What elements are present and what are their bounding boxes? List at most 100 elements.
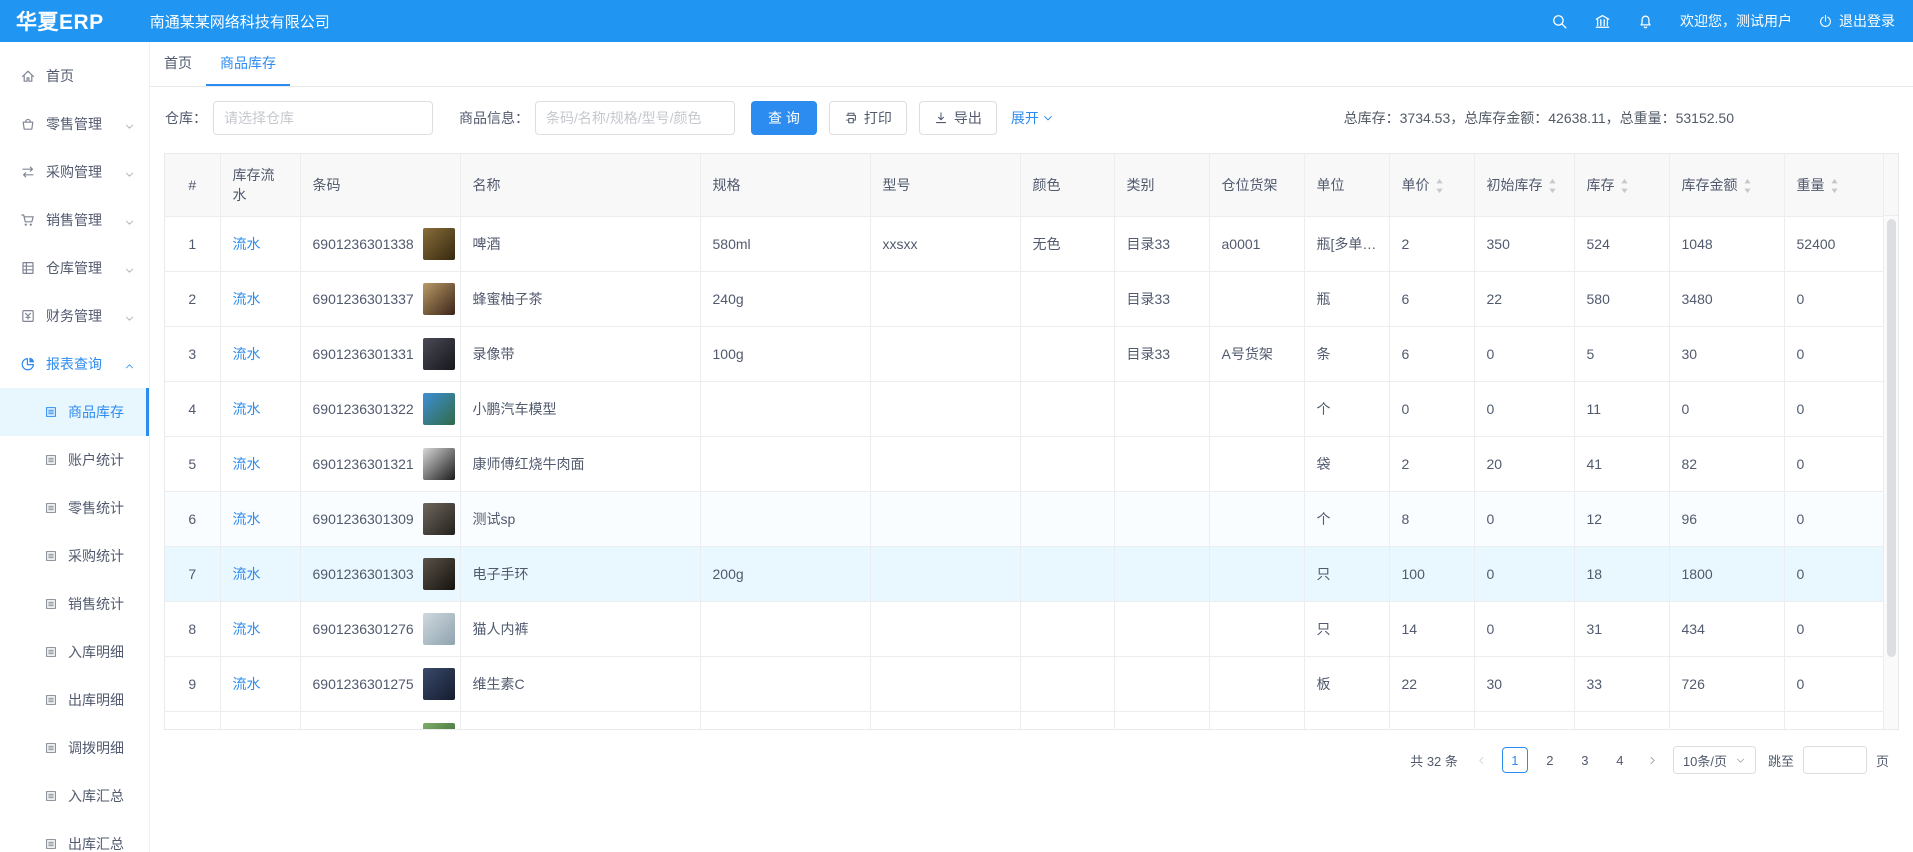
tab-label: 商品库存 bbox=[220, 53, 276, 73]
main-content: 首页商品库存 仓库： 商品信息： 查 询 打印 导出 展开 总库存：3734.5… bbox=[150, 42, 1913, 852]
shelf-cell bbox=[1209, 271, 1304, 326]
scrollbar-thumb[interactable] bbox=[1887, 219, 1896, 657]
expand-toggle[interactable]: 展开 bbox=[1011, 108, 1054, 128]
tab-product-stock[interactable]: 商品库存 bbox=[206, 42, 290, 86]
column-header-label: 重量 bbox=[1797, 177, 1825, 193]
flow-link[interactable]: 流水 bbox=[233, 456, 261, 472]
color-cell bbox=[1020, 601, 1114, 656]
name-value: 录像带 bbox=[473, 346, 515, 362]
sidebar-item-retail[interactable]: 零售管理 bbox=[0, 100, 149, 148]
product-thumbnail bbox=[423, 448, 455, 480]
flow-link[interactable]: 流水 bbox=[233, 676, 261, 692]
amount-cell bbox=[1669, 711, 1784, 730]
barcode-cell: 6901236301337 bbox=[300, 271, 460, 326]
sidebar-subitem-outbound-summary[interactable]: 出库汇总 bbox=[0, 820, 149, 852]
logout-button[interactable]: 退出登录 bbox=[1818, 11, 1895, 31]
warehouse-select[interactable] bbox=[213, 101, 433, 135]
search-button[interactable]: 查 询 bbox=[751, 101, 817, 135]
scrollbar-track[interactable] bbox=[1884, 216, 1898, 729]
column-header[interactable]: 单价 bbox=[1389, 154, 1474, 216]
row-index bbox=[165, 711, 220, 730]
name-cell: 猫人内裤 bbox=[460, 601, 700, 656]
spec-value: 240g bbox=[713, 291, 744, 307]
sidebar-subitem-outbound-detail[interactable]: 出库明细 bbox=[0, 676, 149, 724]
bell-icon[interactable] bbox=[1637, 13, 1654, 30]
pagination-page-label: 1 bbox=[1511, 753, 1518, 768]
column-header-label: 初始库存 bbox=[1487, 177, 1543, 193]
sidebar-item-label: 采购管理 bbox=[46, 162, 102, 182]
name-cell: 康师傅红烧牛肉面 bbox=[460, 436, 700, 491]
column-header[interactable]: 库存金额 bbox=[1669, 154, 1784, 216]
unit-value: 瓶 bbox=[1317, 291, 1331, 307]
flow-link[interactable]: 流水 bbox=[233, 511, 261, 527]
doc-icon bbox=[44, 837, 58, 851]
column-header[interactable]: 重量 bbox=[1784, 154, 1884, 216]
doc-icon bbox=[44, 405, 58, 419]
export-button[interactable]: 导出 bbox=[919, 101, 997, 135]
sidebar-item-purchase[interactable]: 采购管理 bbox=[0, 148, 149, 196]
search-icon[interactable] bbox=[1551, 13, 1568, 30]
unit-cell: 只 bbox=[1304, 601, 1389, 656]
sidebar-item-home[interactable]: 首页 bbox=[0, 52, 149, 100]
column-header: 颜色 bbox=[1020, 154, 1114, 216]
flow-link[interactable]: 流水 bbox=[233, 621, 261, 637]
sidebar-subitem-account-stats[interactable]: 账户统计 bbox=[0, 436, 149, 484]
flow-link[interactable]: 流水 bbox=[233, 566, 261, 582]
sidebar-item-sales[interactable]: 销售管理 bbox=[0, 196, 149, 244]
flow-link[interactable]: 流水 bbox=[233, 291, 261, 307]
print-button[interactable]: 打印 bbox=[829, 101, 907, 135]
column-header[interactable]: 初始库存 bbox=[1474, 154, 1574, 216]
weight-value: 0 bbox=[1797, 676, 1805, 692]
flow-link[interactable]: 流水 bbox=[233, 401, 261, 417]
product-thumbnail bbox=[423, 338, 455, 370]
chevron-down-icon bbox=[124, 167, 135, 178]
sort-caret-icon[interactable] bbox=[1830, 178, 1839, 194]
page-size-select[interactable]: 10条/页 bbox=[1673, 746, 1756, 774]
flow-cell: 流水 bbox=[220, 491, 300, 546]
initial-cell: 22 bbox=[1474, 271, 1574, 326]
sort-caret-icon[interactable] bbox=[1435, 178, 1444, 194]
pagination-next-button[interactable] bbox=[1642, 749, 1664, 771]
barcode-wrap: 6901236301321 bbox=[313, 448, 448, 480]
pagination-page-1[interactable]: 1 bbox=[1502, 747, 1528, 773]
sort-caret-icon[interactable] bbox=[1548, 178, 1557, 194]
table-row: 6流水6901236301309测试sp个8012960 bbox=[165, 491, 1884, 546]
price-value: 22 bbox=[1402, 676, 1418, 692]
pagination-prev-button[interactable] bbox=[1471, 749, 1493, 771]
sidebar-subitem-inbound-summary[interactable]: 入库汇总 bbox=[0, 772, 149, 820]
pagination-page-3[interactable]: 3 bbox=[1572, 747, 1598, 773]
table-row: 5流水6901236301321康师傅红烧牛肉面袋22041820 bbox=[165, 436, 1884, 491]
sidebar-item-reports[interactable]: 报表查询 bbox=[0, 340, 149, 388]
spec-value: 580ml bbox=[713, 236, 751, 252]
bank-icon[interactable] bbox=[1594, 13, 1611, 30]
sidebar-subitem-product-stock[interactable]: 商品库存 bbox=[0, 388, 149, 436]
initial-cell: 0 bbox=[1474, 546, 1574, 601]
flow-link[interactable]: 流水 bbox=[233, 236, 261, 252]
column-header[interactable]: 库存 bbox=[1574, 154, 1669, 216]
sort-caret-icon[interactable] bbox=[1743, 178, 1752, 194]
topbar-actions: 欢迎您，测试用户 退出登录 bbox=[1551, 11, 1913, 31]
pagination-page-2[interactable]: 2 bbox=[1537, 747, 1563, 773]
report-icon bbox=[20, 356, 36, 372]
vertical-scrollbar[interactable] bbox=[1883, 154, 1898, 729]
price-cell: 22 bbox=[1389, 656, 1474, 711]
jump-page-input[interactable] bbox=[1803, 746, 1867, 774]
category-value: 目录33 bbox=[1127, 346, 1171, 362]
flow-link[interactable]: 流水 bbox=[233, 346, 261, 362]
sidebar-subitem-inbound-detail[interactable]: 入库明细 bbox=[0, 628, 149, 676]
filter-bar: 仓库： 商品信息： 查 询 打印 导出 展开 总库存：3734.53，总库存金额… bbox=[150, 87, 1913, 147]
tab-home[interactable]: 首页 bbox=[150, 42, 206, 86]
sidebar-subitem-label: 商品库存 bbox=[68, 402, 124, 422]
sidebar-subitem-retail-stats[interactable]: 零售统计 bbox=[0, 484, 149, 532]
sort-caret-icon[interactable] bbox=[1620, 178, 1629, 194]
product-info-input[interactable] bbox=[535, 101, 735, 135]
sidebar-subitem-transfer-detail[interactable]: 调拨明细 bbox=[0, 724, 149, 772]
price-value: 14 bbox=[1402, 621, 1418, 637]
sidebar-item-finance[interactable]: 财务管理 bbox=[0, 292, 149, 340]
sidebar-subitem-sales-stats[interactable]: 销售统计 bbox=[0, 580, 149, 628]
sidebar-item-warehouse[interactable]: 仓库管理 bbox=[0, 244, 149, 292]
initial-cell: 0 bbox=[1474, 601, 1574, 656]
model-cell bbox=[870, 601, 1020, 656]
sidebar-subitem-purchase-stats[interactable]: 采购统计 bbox=[0, 532, 149, 580]
pagination-page-4[interactable]: 4 bbox=[1607, 747, 1633, 773]
